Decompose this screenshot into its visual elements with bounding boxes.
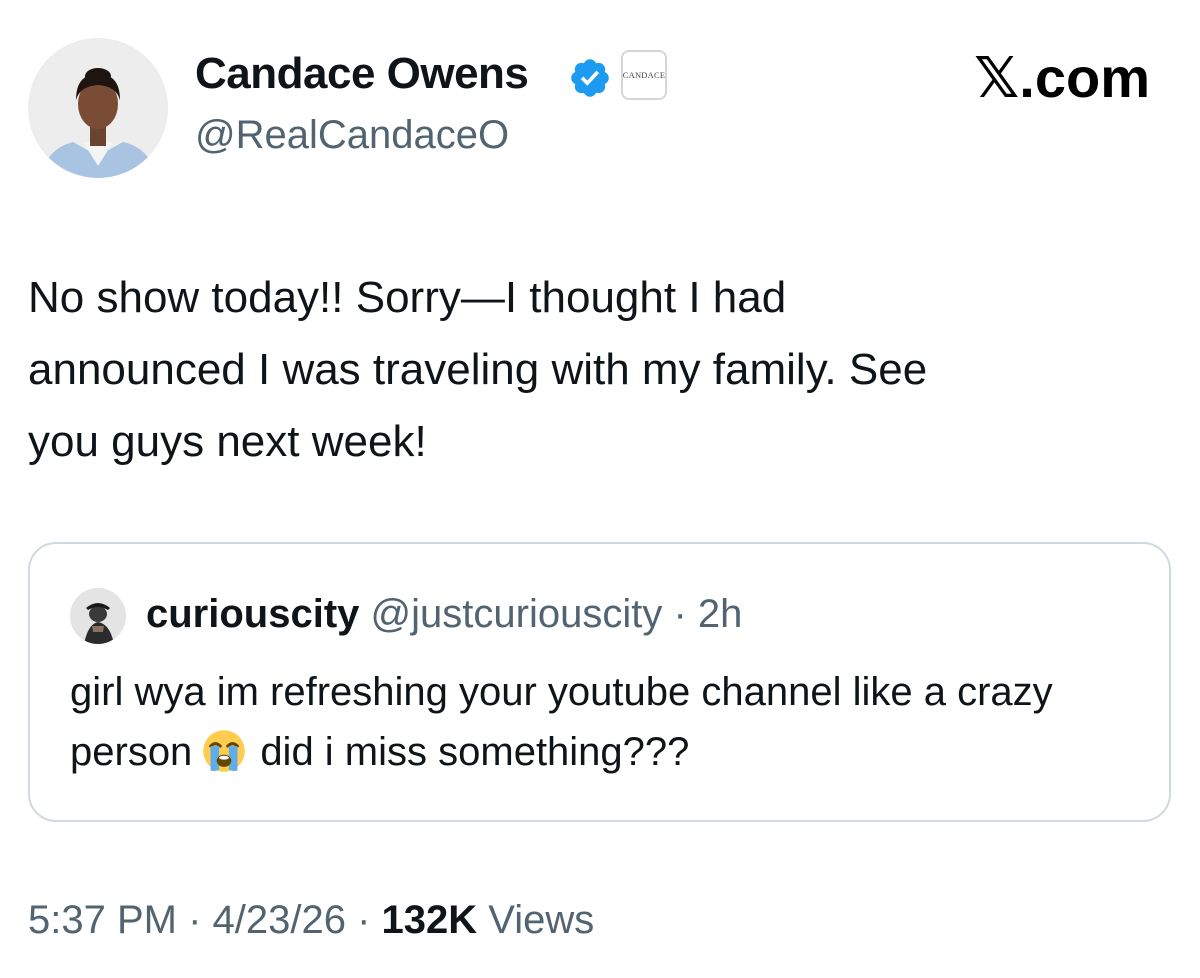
author-avatar[interactable]: [28, 38, 168, 178]
quote-text: girl wya im refreshing your youtube chan…: [70, 662, 1150, 782]
tweet-date[interactable]: 4/23/26: [213, 898, 346, 942]
tweet-time[interactable]: 5:37 PM: [28, 898, 177, 942]
views-label: Views: [477, 898, 595, 942]
author-display-name[interactable]: Candace Owens: [195, 52, 529, 96]
loudly-crying-face-icon: [203, 730, 246, 772]
views-count: 132K: [381, 898, 478, 942]
tweet-meta: 5:37 PM · 4/23/26 · 132K Views: [28, 900, 594, 940]
verified-badge-icon: [571, 59, 609, 97]
quote-text-part-2: did i miss something???: [260, 730, 690, 774]
affiliate-badge[interactable]: CANDACE: [621, 50, 667, 100]
meta-separator-1: ·: [176, 898, 213, 942]
quote-header: curiouscity @justcuriouscity · 2h: [146, 594, 742, 634]
quote-timestamp[interactable]: 2h: [698, 592, 743, 636]
quote-author-avatar[interactable]: [70, 588, 126, 644]
quote-display-name[interactable]: curiouscity: [146, 592, 359, 636]
meta-separator-2: ·: [345, 898, 382, 942]
site-logo: 𝕏.com: [974, 46, 1150, 109]
author-handle[interactable]: @RealCandaceO: [195, 115, 509, 155]
quote-handle[interactable]: @justcuriouscity: [371, 592, 663, 636]
quoted-tweet-card[interactable]: curiouscity @justcuriouscity · 2h girl w…: [28, 542, 1171, 822]
tweet-text: No show today!! Sorry—I thought I had an…: [28, 273, 928, 466]
quote-separator: ·: [662, 592, 698, 636]
